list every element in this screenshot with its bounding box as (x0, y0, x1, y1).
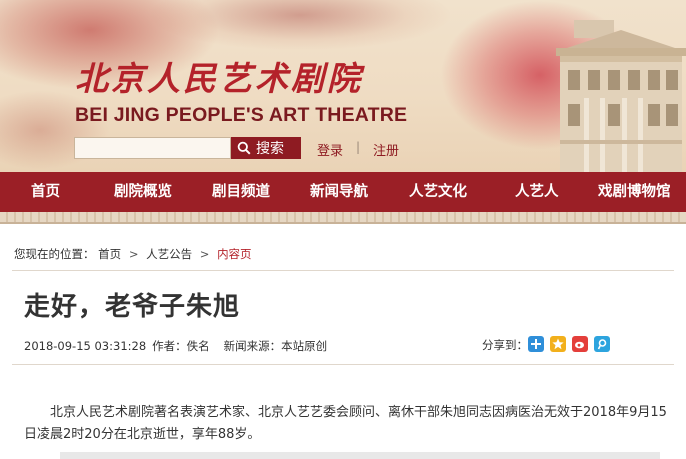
article-image (60, 452, 660, 459)
breadcrumb-current: 内容页 (217, 247, 252, 261)
nav-item-theatre-overview[interactable]: 剧院概览 (114, 172, 172, 212)
article-body: 北京人民艺术剧院著名表演艺术家、北京人艺艺委会顾问、离休干部朱旭同志因病医治无效… (24, 405, 667, 442)
breadcrumb-prefix: 您现在的位置： (14, 247, 95, 261)
article-source: 本站原创 (281, 339, 328, 353)
qzone-icon[interactable] (550, 336, 566, 352)
breadcrumb-arrow: > (199, 247, 210, 261)
nav-item-news[interactable]: 新闻导航 (310, 172, 368, 212)
nav-item-repertoire[interactable]: 剧目频道 (212, 172, 270, 212)
nav-item-people[interactable]: 人艺人 (515, 172, 559, 212)
article-meta: 2018-09-15 03:31:28 作者：佚名 新闻来源：本站原创 (24, 338, 333, 354)
divider (12, 364, 674, 365)
weibo-icon[interactable] (572, 336, 588, 352)
search-input[interactable] (74, 137, 231, 159)
article-author: 佚名 (186, 339, 210, 353)
nav-item-home[interactable]: 首页 (31, 172, 60, 212)
nav-item-museum[interactable]: 戏剧博物馆 (598, 172, 671, 212)
search-icon (237, 141, 251, 155)
source-label: 新闻来源： (223, 339, 282, 353)
site-header: 北京人民艺术剧院 BEI JING PEOPLE'S ART THEATRE 搜… (0, 0, 686, 172)
divider (0, 222, 686, 224)
separator: | (356, 140, 361, 154)
article-datetime: 2018-09-15 03:31:28 (24, 339, 147, 353)
main-nav: 首页 剧院概览 剧目频道 新闻导航 人艺文化 人艺人 戏剧博物馆 (0, 172, 686, 212)
register-link[interactable]: 注册 (373, 140, 399, 159)
search-button[interactable]: 搜索 (231, 137, 301, 159)
login-link[interactable]: 登录 (317, 140, 343, 159)
breadcrumb-announcements[interactable]: 人艺公告 (146, 247, 192, 261)
divider (12, 270, 674, 271)
site-logo-chinese[interactable]: 北京人民艺术剧院 (75, 52, 363, 100)
theatre-building-illustration (556, 20, 686, 172)
search-button-label: 搜索 (256, 141, 284, 157)
share-label: 分享到： (482, 338, 528, 352)
nav-item-culture[interactable]: 人艺文化 (409, 172, 467, 212)
plus-share-icon[interactable] (528, 336, 544, 352)
breadcrumb-home[interactable]: 首页 (98, 247, 121, 261)
article-title: 走好，老爷子朱旭 (24, 292, 241, 322)
site-logo-english[interactable]: BEI JING PEOPLE'S ART THEATRE (75, 104, 407, 127)
tencent-weibo-icon[interactable] (594, 336, 610, 352)
breadcrumb: 您现在的位置： 首页 > 人艺公告 > 内容页 (14, 246, 252, 262)
author-label: 作者： (152, 339, 187, 353)
breadcrumb-arrow: > (128, 247, 139, 261)
